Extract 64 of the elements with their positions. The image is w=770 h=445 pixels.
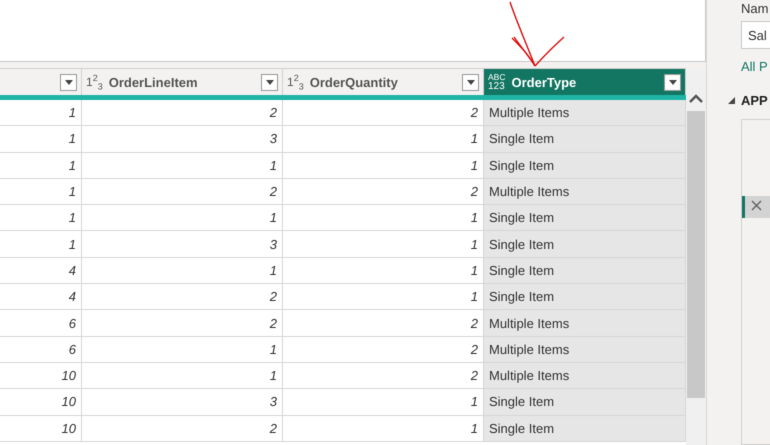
- table-cell: 1: [82, 336, 283, 363]
- table-cell: 2: [283, 336, 484, 363]
- table-cell: 3: [82, 389, 283, 416]
- table-cell: Multiple Items: [484, 178, 686, 206]
- table-cell: 1: [0, 126, 82, 153]
- table-cell: Single Item: [484, 416, 686, 442]
- table-cell: 1: [283, 152, 484, 179]
- table-cell: Single Item: [484, 389, 686, 416]
- table-cell: 1: [283, 416, 484, 442]
- table-cell: 10: [0, 389, 82, 416]
- dropdown-button[interactable]: [664, 74, 681, 90]
- table-cell: 3: [82, 231, 283, 258]
- table-cell: 1: [82, 362, 283, 390]
- name-label: Nam: [741, 1, 768, 18]
- column-title: OrderLineItem: [108, 74, 199, 90]
- scroll-thumb[interactable]: [687, 111, 705, 398]
- table-cell: Single Item: [484, 152, 686, 179]
- table-cell: 10: [0, 416, 82, 442]
- dropdown-button[interactable]: [462, 74, 479, 90]
- table-cell: 1: [0, 231, 82, 258]
- table-cell: Multiple Items: [484, 336, 686, 363]
- table-cell: 2: [82, 416, 283, 442]
- table-cell: 2: [82, 284, 283, 310]
- column-title: OrderType: [511, 74, 578, 90]
- table-cell: Single Item: [484, 126, 686, 153]
- column-header[interactable]: 1$^{2}$$_{3}$ OrderLineItem: [82, 68, 283, 95]
- dropdown-button[interactable]: [261, 74, 278, 90]
- step-item[interactable]: [742, 196, 770, 218]
- table-cell: 1: [82, 258, 283, 284]
- table-cell: Single Item: [484, 258, 686, 284]
- table-cell: 10: [0, 362, 82, 390]
- table-cell: Single Item: [484, 205, 686, 232]
- all-properties-link[interactable]: All P: [741, 59, 768, 74]
- table-cell: 6: [0, 336, 82, 363]
- table-cell: 1: [0, 100, 82, 126]
- section-title[interactable]: APP: [741, 92, 768, 108]
- table-cell: Single Item: [484, 284, 686, 310]
- column-title: OrderQuantity: [310, 74, 399, 90]
- name-field[interactable]: Sal: [741, 21, 770, 49]
- table-cell: 2: [82, 100, 283, 126]
- caret-icon[interactable]: [266, 80, 274, 84]
- table-cell: 4: [0, 258, 82, 284]
- table-cell: Multiple Items: [484, 362, 686, 390]
- table-cell: 3: [82, 126, 283, 153]
- caret-icon[interactable]: [64, 80, 72, 84]
- table-cell: Single Item: [484, 231, 686, 258]
- table-cell: 6: [0, 310, 82, 337]
- table-cell: 1: [0, 205, 82, 232]
- table-cell: 1: [0, 178, 82, 206]
- dropdown-button[interactable]: [60, 74, 77, 90]
- type-label[interactable]: ABC 123: [488, 73, 506, 91]
- table-cell: 1: [82, 152, 283, 179]
- table-cell: 4: [0, 284, 82, 310]
- table-cell: 1: [0, 152, 82, 179]
- column-header[interactable]: 1$^{2}$$_{3}$ OrderQuantity: [283, 68, 484, 95]
- scroll-up-icon[interactable]: [689, 92, 703, 104]
- arrow-annotation: [509, 2, 564, 66]
- table-cell: Multiple Items: [484, 310, 686, 337]
- caret-icon[interactable]: [668, 80, 676, 84]
- table-cell: 2: [82, 310, 283, 337]
- table-cell: 2: [82, 178, 283, 206]
- table-cell: 1: [82, 205, 283, 232]
- caret-icon[interactable]: [466, 80, 474, 84]
- table-cell: Multiple Items: [484, 100, 686, 126]
